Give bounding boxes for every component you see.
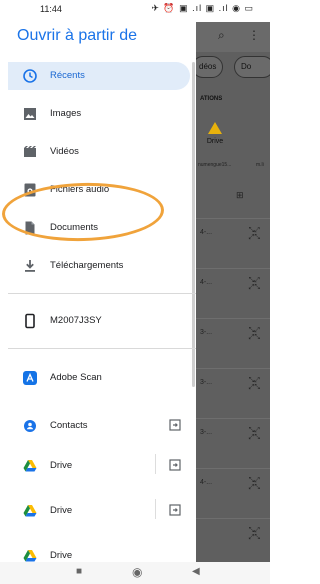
background-row-date: 4-... [200,479,213,486]
filter-chip-documents: Do [234,56,270,78]
background-drive-label: Drive [206,138,224,145]
drive-icon [23,460,37,472]
background-row: 4-... ⤡⤢ ⤢⤡ [196,218,270,254]
expand-icon: ⤡⤢ ⤢⤡ [248,277,260,291]
back-nav-icon[interactable]: ◀ [192,566,200,577]
drawer-item-label: Drive [50,505,73,516]
open-external-icon[interactable] [168,458,182,472]
adobe-scan-icon [23,371,37,385]
drawer-divider [8,348,196,349]
grid-view-icon: ⊞ [236,190,244,200]
drawer-item-drive[interactable]: Drive [8,542,190,562]
home-nav-icon[interactable]: ◉ [132,565,142,579]
filter-chip-videos: déos [196,56,224,78]
drawer-item-label: M2007J3SY [50,315,102,326]
drawer-item-images[interactable]: Images [8,100,190,128]
drawer-item-device[interactable]: M2007J3SY [8,307,190,335]
background-row: 4-... ⤡⤢ ⤢⤡ [196,268,270,304]
search-icon: ⌕ [218,28,225,42]
drive-icon [23,505,37,517]
expand-icon: ⤡⤢ ⤢⤡ [248,377,260,391]
drawer-item-label: Drive [50,460,73,471]
drawer-title: Ouvrir à partir de [17,27,138,44]
image-icon [24,108,36,120]
phone-icon [25,313,35,329]
clock-icon [23,69,37,83]
video-icon [24,146,36,157]
drawer-item-label: Adobe Scan [50,372,102,383]
expand-icon: ⤡⤢ ⤢⤡ [248,327,260,341]
drawer-item-label: Contacts [50,420,88,431]
drive-icon [208,122,222,134]
status-bar: 11:44 ✈ ⏰ ▣ .ıl ▣ .ıl ◉ ▭ [0,0,270,22]
expand-icon: ⤡⤢ ⤢⤡ [248,427,260,441]
open-external-icon[interactable] [168,418,182,432]
background-section-label: ATIONS [200,96,223,102]
drawer-item-contacts[interactable]: Contacts [8,412,190,440]
system-nav-bar: ■ ◉ ◀ [0,562,270,584]
drawer-item-label: Récents [50,70,85,81]
drive-icon [23,550,37,562]
drawer-item-label: Drive [50,550,73,561]
more-icon: ⋮ [248,28,260,42]
background-row: ⤡⤢ ⤢⤡ [196,518,270,554]
drawer-item-downloads[interactable]: Téléchargements [8,252,190,280]
recents-nav-icon[interactable]: ■ [76,566,82,577]
drawer-item-drive[interactable]: Drive [8,497,190,525]
status-time: 11:44 [40,4,62,14]
background-row-date: 4-... [200,279,213,286]
navigation-drawer: Ouvrir à partir de Récents Images Vidéos… [0,22,196,562]
expand-icon: ⤡⤢ ⤢⤡ [248,227,260,241]
background-row-date: 3-... [200,329,213,336]
drawer-item-drive[interactable]: Drive [8,452,190,480]
background-row: 3-... ⤡⤢ ⤢⤡ [196,418,270,454]
drawer-scrollbar[interactable] [192,62,195,387]
background-app-scrim[interactable]: ⌕ ⋮ déos Do ATIONS Drive numengue15... m… [196,22,270,562]
background-row-date: 4-... [200,229,213,236]
background-drive-sub: m.li [256,162,264,168]
background-row-date: 3-... [200,379,213,386]
drawer-item-label: Images [50,108,82,119]
open-external-icon[interactable] [168,503,182,517]
drawer-item-label: Téléchargements [50,260,124,271]
drawer-divider [8,293,196,294]
background-row: 3-... ⤡⤢ ⤢⤡ [196,318,270,354]
expand-icon: ⤡⤢ ⤢⤡ [248,477,260,491]
background-row: 4-... ⤡⤢ ⤢⤡ [196,468,270,504]
drawer-item-videos[interactable]: Vidéos [8,138,190,166]
drawer-item-label: Vidéos [50,146,79,157]
background-row-date: 3-... [200,429,213,436]
background-drive-sub: numengue15... [198,162,232,168]
drawer-item-recents[interactable]: Récents [8,62,190,90]
contacts-icon [24,420,36,432]
background-row: 3-... ⤡⤢ ⤢⤡ [196,368,270,404]
status-icons: ✈ ⏰ ▣ .ıl ▣ .ıl ◉ ▭ [151,3,254,13]
background-toolbar: ⌕ ⋮ [196,22,270,52]
item-separator [155,499,156,519]
background-drive-tile: Drive [204,122,226,145]
expand-icon: ⤡⤢ ⤢⤡ [248,527,260,541]
download-icon [25,260,35,272]
drawer-item-adobe-scan[interactable]: Adobe Scan [8,364,190,392]
item-separator [155,454,156,474]
